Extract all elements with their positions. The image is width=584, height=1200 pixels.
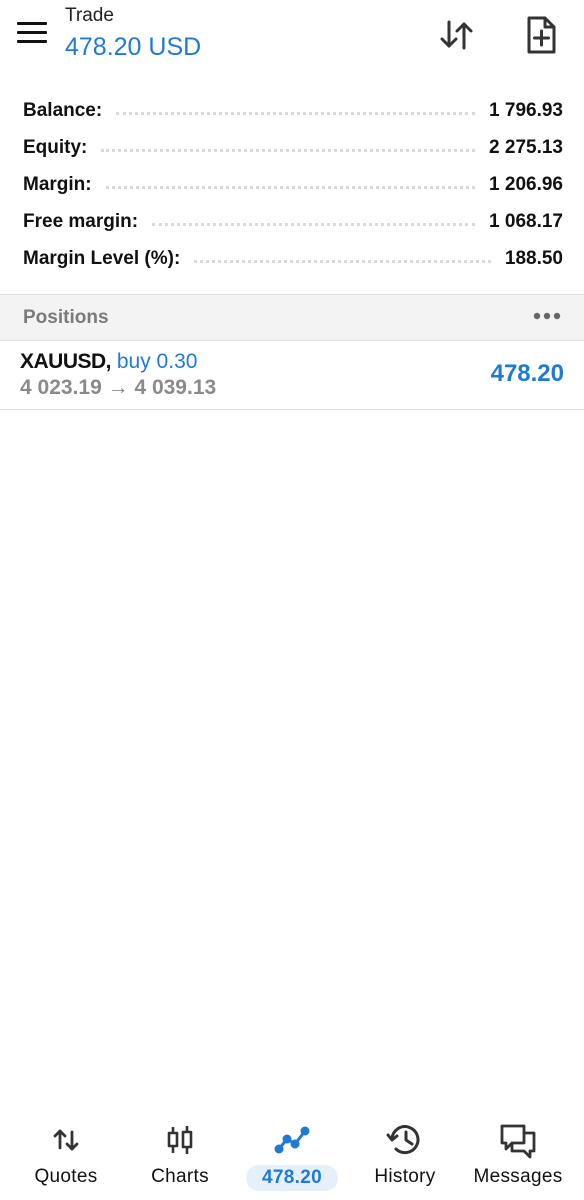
- position-profit: 478.20: [490, 360, 564, 387]
- margin-level-label: Margin Level (%):: [23, 247, 181, 269]
- position-prices: 4 023.19 → 4 039.13: [20, 376, 216, 400]
- bottom-navigation: Quotes Charts 478.20 History Messages: [0, 1110, 584, 1200]
- total-profit: 478.20 USD: [65, 33, 202, 61]
- open-price: 4 023.19: [20, 376, 102, 399]
- position-row[interactable]: XAUUSD, buy 0.30 4 023.19 → 4 039.13 478…: [0, 340, 584, 410]
- equity-label: Equity:: [23, 136, 88, 158]
- nav-messages-label: Messages: [473, 1166, 563, 1187]
- free-margin-label: Free margin:: [23, 210, 139, 232]
- quotes-icon: [53, 1129, 79, 1151]
- charts-icon: [167, 1126, 193, 1154]
- margin-level-row: Margin Level (%): 188.50: [0, 240, 584, 277]
- nav-quotes-label: Quotes: [34, 1166, 98, 1187]
- balance-value: 1 796.93: [489, 99, 563, 121]
- nav-charts[interactable]: Charts: [122, 1110, 238, 1200]
- nav-messages[interactable]: Messages: [460, 1110, 576, 1200]
- account-summary: Balance: 1 796.93 Equity: 2 275.13 Margi…: [0, 92, 584, 277]
- equity-row: Equity: 2 275.13: [0, 129, 584, 166]
- title-block: Trade 478.20 USD: [65, 4, 201, 64]
- nav-trade[interactable]: 478.20: [234, 1110, 350, 1200]
- nav-history[interactable]: History: [347, 1110, 463, 1200]
- margin-label: Margin:: [23, 173, 92, 195]
- dot-leader: [105, 186, 476, 189]
- positions-title: Positions: [23, 307, 109, 328]
- margin-level-value: 188.50: [504, 247, 563, 269]
- page-title: Trade: [65, 5, 114, 26]
- margin-value: 1 206.96: [489, 173, 563, 195]
- margin-row: Margin: 1 206.96: [0, 166, 584, 203]
- positions-section-header: Positions: [0, 294, 584, 341]
- dot-leader: [116, 112, 476, 115]
- trade-icon: [274, 1126, 310, 1154]
- price-arrow: →: [107, 376, 129, 399]
- top-bar: Trade 478.20 USD: [0, 0, 584, 82]
- dot-leader: [194, 260, 491, 263]
- free-margin-row: Free margin: 1 068.17: [0, 203, 584, 240]
- nav-quotes[interactable]: Quotes: [8, 1110, 124, 1200]
- nav-trade-label: 478.20: [246, 1165, 338, 1191]
- menu-icon[interactable]: [17, 22, 47, 46]
- more-options-icon[interactable]: [532, 303, 562, 329]
- nav-charts-label: Charts: [151, 1166, 209, 1187]
- position-title: XAUUSD, buy 0.30: [20, 350, 197, 374]
- position-symbol: XAUUSD,: [20, 350, 112, 373]
- sort-arrows-icon[interactable]: [436, 14, 478, 56]
- position-side-volume: buy 0.30: [116, 350, 198, 373]
- new-order-icon[interactable]: [520, 14, 562, 56]
- free-margin-value: 1 068.17: [489, 210, 563, 232]
- nav-history-label: History: [374, 1166, 436, 1187]
- dot-leader: [101, 149, 476, 152]
- dot-leader: [152, 223, 476, 226]
- current-price: 4 039.13: [134, 376, 217, 399]
- equity-value: 2 275.13: [489, 136, 563, 158]
- history-icon: [386, 1125, 420, 1155]
- balance-row: Balance: 1 796.93: [0, 92, 584, 129]
- balance-label: Balance:: [23, 99, 103, 121]
- messages-icon: [500, 1124, 536, 1159]
